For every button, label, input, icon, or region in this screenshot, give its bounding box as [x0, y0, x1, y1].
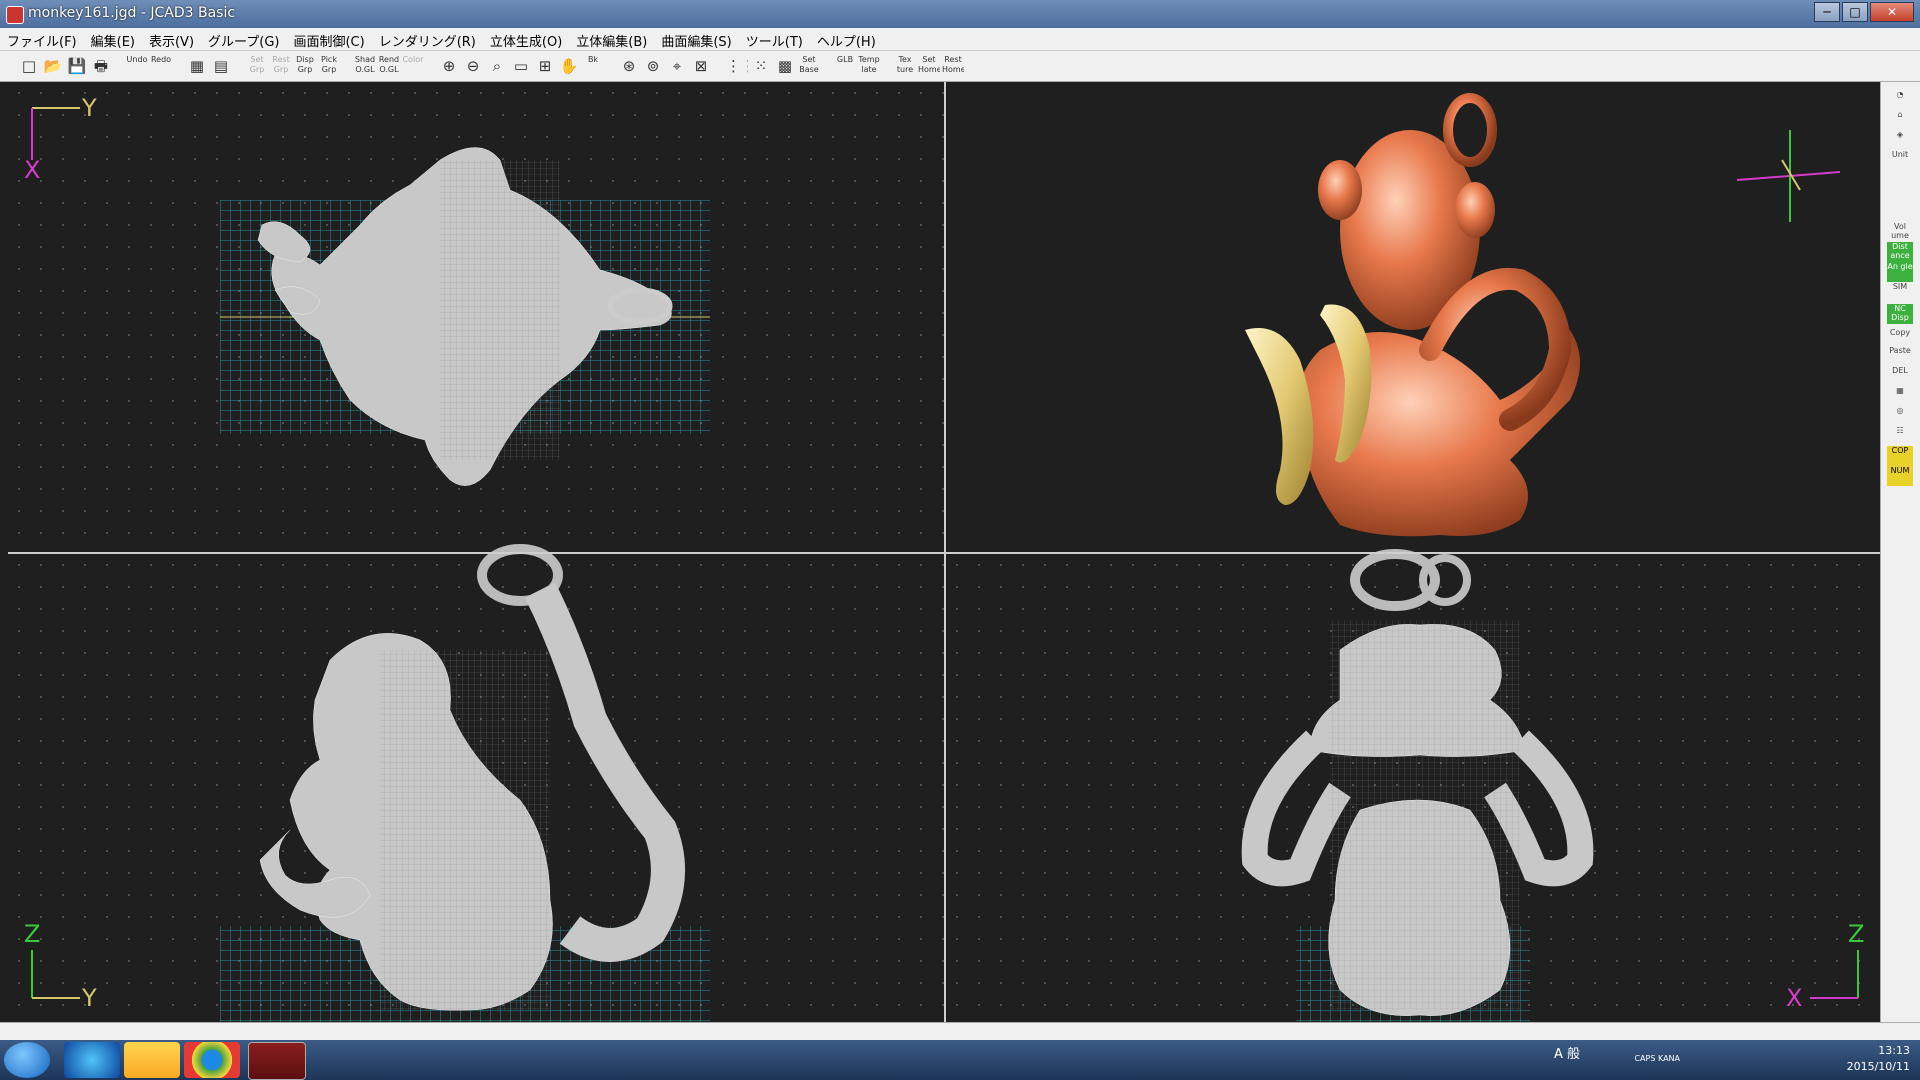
viewport-graphics [31, 93, 1859, 1022]
palette-button-10[interactable]: Paste [1887, 346, 1913, 366]
palette-button-11[interactable]: DEL [1887, 366, 1913, 386]
file-explorer-icon[interactable] [124, 1042, 180, 1078]
palette-button-1[interactable]: ⌂ [1887, 110, 1913, 130]
chrome-icon[interactable] [184, 1042, 240, 1078]
axis-label-top-x: X [24, 156, 41, 184]
axis-label-side-z: Z [24, 920, 41, 948]
clock-time[interactable]: 13:13 [1847, 1043, 1910, 1059]
caps-indicator: CAPS KANA [1634, 1054, 1680, 1063]
right-tool-palette: ◔ ⌂ ◈ Unit Vol ume Dist ance An gle SIM NC Disp C… [1880, 82, 1920, 1022]
palette-button-13[interactable]: ◎ [1887, 406, 1913, 426]
axis-label-front-z: Z [1848, 920, 1865, 948]
viewport-splitter-horizontal[interactable] [8, 552, 1880, 554]
axis-indicator-front [1810, 950, 1859, 999]
axis-triad-icon [1736, 130, 1841, 222]
start-button[interactable] [4, 1042, 50, 1078]
monkey-wireframe-top [257, 147, 673, 486]
jcad-task-icon[interactable] [248, 1042, 306, 1080]
palette-button-4[interactable]: Vol ume [1887, 222, 1913, 242]
axis-label-side-y: Y [82, 984, 97, 1012]
axis-label-front-x: X [1786, 984, 1803, 1012]
internet-explorer-icon[interactable] [64, 1042, 120, 1078]
monkey-rendered [1245, 93, 1580, 537]
palette-button-7[interactable]: SIM [1887, 282, 1913, 302]
palette-button-16[interactable]: NUM [1887, 466, 1913, 486]
palette-button-5[interactable]: Dist ance [1887, 242, 1913, 262]
palette-button-15[interactable]: COP [1887, 446, 1913, 466]
bottom-toolbar [0, 1022, 1920, 1041]
palette-button-6[interactable]: An gle [1887, 262, 1913, 282]
palette-button-12[interactable]: ▦ [1887, 386, 1913, 406]
palette-button-2[interactable]: ◈ [1887, 130, 1913, 150]
ime-indicator[interactable]: A 般 [1554, 1047, 1580, 1063]
palette-button-9[interactable]: Copy [1887, 328, 1913, 348]
axis-label-top-y: Y [82, 94, 97, 122]
system-tray: A 般 CAPS KANA 13:13 2015/10/11 [1554, 1043, 1910, 1075]
windows-taskbar: A 般 CAPS KANA 13:13 2015/10/11 [0, 1040, 1920, 1080]
palette-button-3[interactable]: Unit [1887, 150, 1913, 170]
clock-date[interactable]: 2015/10/11 [1847, 1059, 1910, 1075]
palette-button-14[interactable]: ☷ [1887, 426, 1913, 446]
axis-indicator-top [31, 107, 80, 160]
axis-indicator-side [31, 950, 80, 999]
palette-button-8[interactable]: NC Disp [1887, 304, 1913, 324]
palette-button-0[interactable]: ◔ [1887, 90, 1913, 110]
